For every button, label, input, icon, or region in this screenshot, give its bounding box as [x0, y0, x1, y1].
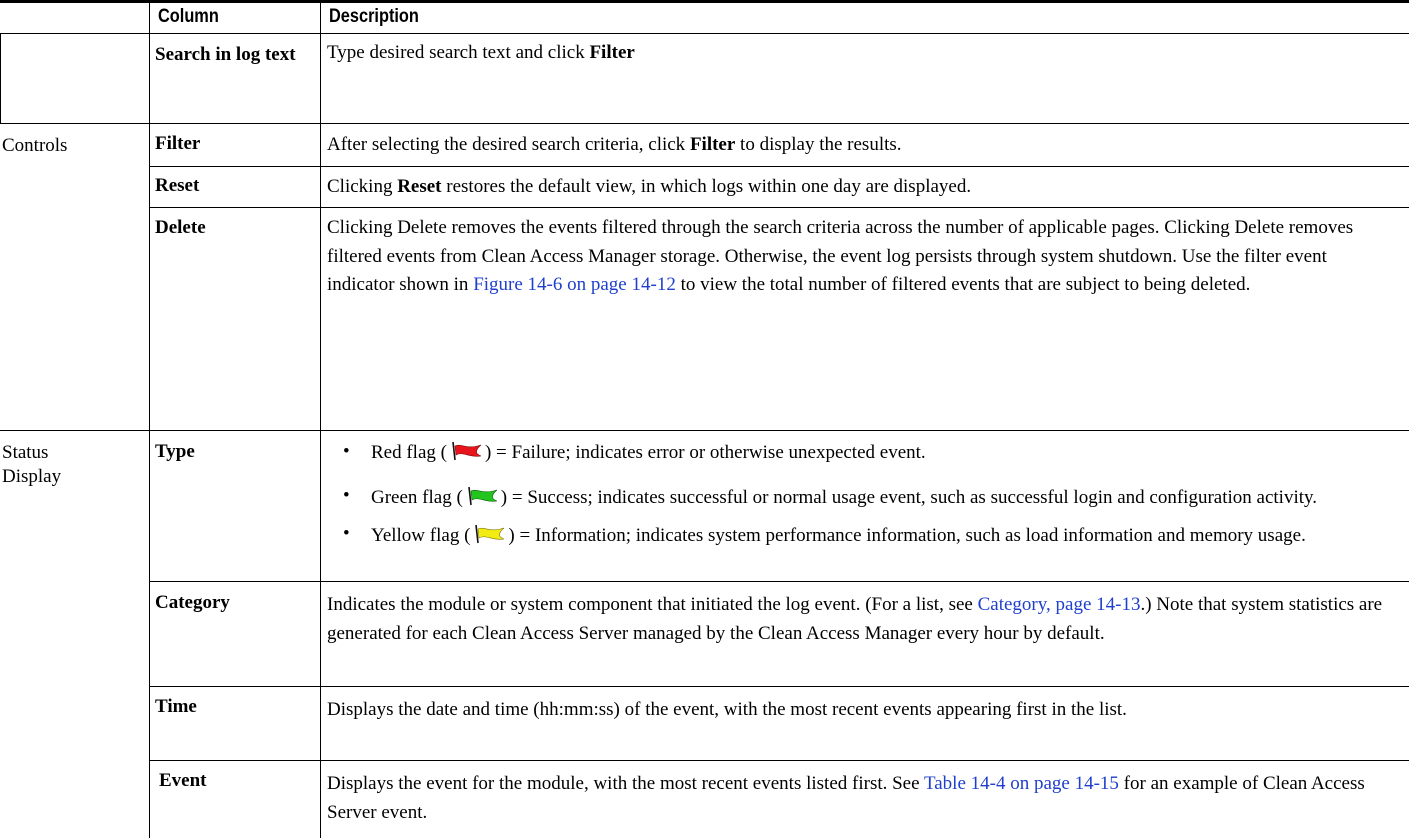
category-term: Category: [155, 592, 230, 613]
category-desc-text-1: Indicates the module or system component…: [327, 594, 978, 615]
description-divider-rule: [320, 0, 321, 838]
category-page-link[interactable]: Category, page 14-13: [978, 594, 1141, 615]
filter-term: Filter: [155, 133, 201, 154]
red-flag-text-after: ) = Failure; indicates error or otherwis…: [484, 442, 926, 463]
green-flag-icon: [467, 486, 497, 506]
type-term: Type: [155, 441, 195, 462]
filter-desc-text-2: to display the results.: [735, 134, 902, 155]
yellow-flag-text-after: ) = Information; indicates system perfor…: [508, 525, 1306, 546]
type-bullet-yellow: Yellow flag ( ) = Information; indicates …: [371, 522, 1401, 550]
filter-description: After selecting the desired search crite…: [327, 132, 1402, 158]
filter-desc-text-1: After selecting the desired search crite…: [327, 134, 690, 155]
description-header: Description: [329, 6, 419, 27]
red-flag-text-before: Red flag (: [371, 442, 447, 463]
green-flag-text-before: Green flag (: [371, 487, 463, 508]
search-in-log-text-term: Search in log text: [155, 44, 296, 65]
table-14-4-link[interactable]: Table 14-4 on page 14-15: [924, 773, 1119, 794]
delete-description: Clicking Delete removes the events filte…: [327, 214, 1395, 300]
green-flag-text-after: ) = Success; indicates successful or nor…: [500, 487, 1318, 508]
time-term: Time: [155, 696, 197, 717]
figure-14-6-link[interactable]: Figure 14-6 on page 14-12: [473, 274, 676, 295]
table-top-rule: [0, 0, 1409, 3]
time-row-bottom-rule: [149, 760, 1409, 761]
column-divider-rule: [149, 33, 150, 838]
yellow-flag-text-before: Yellow flag (: [371, 525, 471, 546]
time-desc-text: Displays the date and time (hh:mm:ss) of…: [327, 699, 1127, 720]
reset-desc-text-1: Clicking: [327, 176, 398, 197]
header-bottom-rule: [0, 33, 1409, 34]
status-display-group-label: Status Display: [2, 442, 62, 487]
reset-desc-text-2: restores the default view, in which logs…: [441, 176, 972, 197]
filter-row-bottom-rule: [149, 166, 1409, 167]
event-term: Event: [159, 770, 207, 791]
category-description: Indicates the module or system component…: [327, 590, 1402, 648]
type-bullet-green: Green flag ( ) = Success; indicates succe…: [371, 484, 1401, 512]
type-bullet-red: Red flag ( ) = Failure; indicates error o…: [371, 440, 1401, 466]
red-flag-icon: [452, 441, 482, 461]
reset-term: Reset: [155, 175, 200, 196]
type-bullet-2-dot: •: [343, 485, 350, 506]
controls-group-label: Controls: [2, 135, 68, 156]
search-description: Type desired search text and click Filte…: [327, 40, 1402, 66]
type-row-bottom-rule: [149, 581, 1409, 582]
reset-description: Clicking Reset restores the default view…: [327, 174, 1402, 200]
search-desc-filter-bold: Filter: [589, 42, 635, 63]
header-left-rule: [149, 0, 150, 33]
yellow-flag-icon: [475, 524, 505, 544]
column-header: Column: [158, 6, 219, 27]
type-bullet-1-dot: •: [343, 441, 350, 462]
search-row-left-bottom-rule: [0, 123, 149, 124]
search-desc-text: Type desired search text and click: [327, 42, 590, 63]
time-description: Displays the date and time (hh:mm:ss) of…: [327, 695, 1387, 724]
category-row-bottom-rule: [149, 686, 1409, 687]
search-row-outer-left-rule: [0, 33, 1, 123]
filter-desc-filter-bold: Filter: [689, 134, 736, 155]
event-desc-text-1: Displays the event for the module, with …: [327, 773, 924, 794]
reset-desc-reset-bold: Reset: [397, 176, 442, 197]
search-row-bottom-rule: [149, 123, 1409, 124]
delete-desc-text-2: to view the total number of filtered eve…: [675, 274, 1251, 295]
reset-row-bottom-rule: [149, 207, 1409, 208]
type-bullet-3-dot: •: [343, 523, 350, 544]
delete-term: Delete: [155, 217, 206, 238]
event-description: Displays the event for the module, with …: [327, 769, 1387, 827]
controls-group-bottom-rule: [0, 430, 1409, 431]
